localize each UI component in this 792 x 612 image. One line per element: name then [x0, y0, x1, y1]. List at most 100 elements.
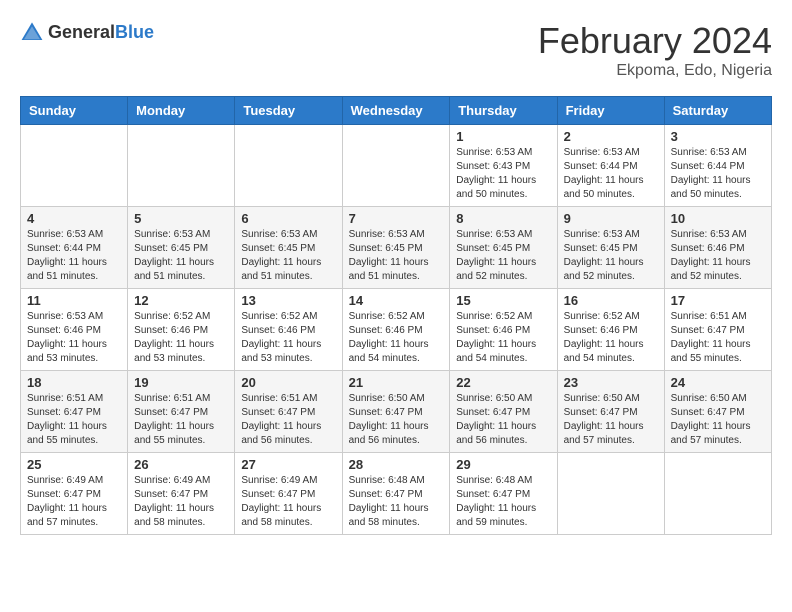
table-row: 22 Sunrise: 6:50 AM Sunset: 6:47 PM Dayli…	[450, 371, 557, 453]
day-number: 17	[671, 293, 765, 308]
day-number: 8	[456, 211, 550, 226]
day-number: 19	[134, 375, 228, 390]
day-number: 18	[27, 375, 121, 390]
day-info: Sunrise: 6:53 AM Sunset: 6:45 PM Dayligh…	[564, 228, 658, 284]
day-number: 15	[456, 293, 550, 308]
table-row: 1 Sunrise: 6:53 AM Sunset: 6:43 PM Daylig…	[450, 125, 557, 207]
day-info: Sunrise: 6:53 AM Sunset: 6:46 PM Dayligh…	[27, 310, 121, 366]
day-number: 12	[134, 293, 228, 308]
day-number: 7	[349, 211, 444, 226]
col-monday: Monday	[128, 97, 235, 125]
col-wednesday: Wednesday	[342, 97, 450, 125]
day-info: Sunrise: 6:50 AM Sunset: 6:47 PM Dayligh…	[564, 392, 658, 448]
day-number: 4	[27, 211, 121, 226]
day-info: Sunrise: 6:49 AM Sunset: 6:47 PM Dayligh…	[134, 474, 228, 530]
day-info: Sunrise: 6:51 AM Sunset: 6:47 PM Dayligh…	[134, 392, 228, 448]
table-row: 9 Sunrise: 6:53 AM Sunset: 6:45 PM Daylig…	[557, 207, 664, 289]
day-info: Sunrise: 6:48 AM Sunset: 6:47 PM Dayligh…	[456, 474, 550, 530]
day-number: 11	[27, 293, 121, 308]
table-row: 3Sunrise: 6:53 AM Sunset: 6:44 PM Daylig…	[664, 125, 771, 207]
page-header: GeneralBlue February 2024 Ekpoma, Edo, N…	[20, 20, 772, 80]
month-year-title: February 2024	[538, 20, 772, 62]
day-number: 9	[564, 211, 658, 226]
day-info: Sunrise: 6:48 AM Sunset: 6:47 PM Dayligh…	[349, 474, 444, 530]
table-row: 26Sunrise: 6:49 AM Sunset: 6:47 PM Dayli…	[128, 453, 235, 535]
table-row	[557, 453, 664, 535]
day-info: Sunrise: 6:49 AM Sunset: 6:47 PM Dayligh…	[27, 474, 121, 530]
day-number: 22	[456, 375, 550, 390]
day-number: 13	[241, 293, 335, 308]
day-number: 10	[671, 211, 765, 226]
day-info: Sunrise: 6:50 AM Sunset: 6:47 PM Dayligh…	[349, 392, 444, 448]
day-info: Sunrise: 6:53 AM Sunset: 6:44 PM Dayligh…	[27, 228, 121, 284]
day-info: Sunrise: 6:51 AM Sunset: 6:47 PM Dayligh…	[27, 392, 121, 448]
logo-text-general: General	[48, 22, 115, 42]
day-info: Sunrise: 6:53 AM Sunset: 6:45 PM Dayligh…	[241, 228, 335, 284]
day-info: Sunrise: 6:50 AM Sunset: 6:47 PM Dayligh…	[671, 392, 765, 448]
table-row: 14 Sunrise: 6:52 AM Sunset: 6:46 PM Dayli…	[342, 289, 450, 371]
day-number: 6	[241, 211, 335, 226]
day-info: Sunrise: 6:51 AM Sunset: 6:47 PM Dayligh…	[671, 310, 765, 366]
calendar-week-row: 18 Sunrise: 6:51 AM Sunset: 6:47 PM Dayli…	[21, 371, 772, 453]
table-row: 25 Sunrise: 6:49 AM Sunset: 6:47 PM Dayli…	[21, 453, 128, 535]
day-number: 14	[349, 293, 444, 308]
day-number: 28	[349, 457, 444, 472]
table-row: 12 Sunrise: 6:52 AM Sunset: 6:46 PM Dayli…	[128, 289, 235, 371]
day-info: Sunrise: 6:53 AM Sunset: 6:44 PM Dayligh…	[564, 146, 658, 202]
table-row: 7 Sunrise: 6:53 AM Sunset: 6:45 PM Daylig…	[342, 207, 450, 289]
day-number: 29	[456, 457, 550, 472]
day-info: Sunrise: 6:53 AM Sunset: 6:46 PM Dayligh…	[671, 228, 765, 284]
table-row: 8 Sunrise: 6:53 AM Sunset: 6:45 PM Daylig…	[450, 207, 557, 289]
day-number: 24	[671, 375, 765, 390]
calendar-week-row: 4 Sunrise: 6:53 AM Sunset: 6:44 PM Daylig…	[21, 207, 772, 289]
day-info: Sunrise: 6:53 AM Sunset: 6:45 PM Dayligh…	[349, 228, 444, 284]
table-row: 17 Sunrise: 6:51 AM Sunset: 6:47 PM Dayli…	[664, 289, 771, 371]
day-info: Sunrise: 6:52 AM Sunset: 6:46 PM Dayligh…	[134, 310, 228, 366]
table-row: 20 Sunrise: 6:51 AM Sunset: 6:47 PM Dayli…	[235, 371, 342, 453]
table-row: 28 Sunrise: 6:48 AM Sunset: 6:47 PM Dayli…	[342, 453, 450, 535]
day-info: Sunrise: 6:52 AM Sunset: 6:46 PM Dayligh…	[241, 310, 335, 366]
day-info: Sunrise: 6:53 AM Sunset: 6:43 PM Dayligh…	[456, 146, 550, 202]
table-row: 5 Sunrise: 6:53 AM Sunset: 6:45 PM Daylig…	[128, 207, 235, 289]
day-number: 5	[134, 211, 228, 226]
calendar-header-row: Sunday Monday Tuesday Wednesday Thursday…	[21, 97, 772, 125]
calendar-week-row: 1 Sunrise: 6:53 AM Sunset: 6:43 PM Daylig…	[21, 125, 772, 207]
day-info: Sunrise: 6:53 AM Sunset: 6:45 PM Dayligh…	[456, 228, 550, 284]
calendar-table: Sunday Monday Tuesday Wednesday Thursday…	[20, 96, 772, 535]
table-row	[21, 125, 128, 207]
logo-text-blue: Blue	[115, 22, 154, 42]
day-info: Sunrise: 6:53 AM Sunset: 6:45 PM Dayligh…	[134, 228, 228, 284]
day-info: Sunrise: 6:49 AM Sunset: 6:47 PM Dayligh…	[241, 474, 335, 530]
calendar-week-row: 11 Sunrise: 6:53 AM Sunset: 6:46 PM Dayli…	[21, 289, 772, 371]
table-row: 19 Sunrise: 6:51 AM Sunset: 6:47 PM Dayli…	[128, 371, 235, 453]
col-saturday: Saturday	[664, 97, 771, 125]
col-thursday: Thursday	[450, 97, 557, 125]
table-row: 2 Sunrise: 6:53 AM Sunset: 6:44 PM Daylig…	[557, 125, 664, 207]
table-row: 29 Sunrise: 6:48 AM Sunset: 6:47 PM Dayli…	[450, 453, 557, 535]
table-row: 6 Sunrise: 6:53 AM Sunset: 6:45 PM Daylig…	[235, 207, 342, 289]
day-info: Sunrise: 6:51 AM Sunset: 6:47 PM Dayligh…	[241, 392, 335, 448]
day-number: 3	[671, 129, 765, 144]
table-row: 15 Sunrise: 6:52 AM Sunset: 6:46 PM Dayli…	[450, 289, 557, 371]
day-number: 16	[564, 293, 658, 308]
table-row: 11 Sunrise: 6:53 AM Sunset: 6:46 PM Dayli…	[21, 289, 128, 371]
day-info: Sunrise: 6:52 AM Sunset: 6:46 PM Dayligh…	[456, 310, 550, 366]
day-info: Sunrise: 6:50 AM Sunset: 6:47 PM Dayligh…	[456, 392, 550, 448]
table-row: 10 Sunrise: 6:53 AM Sunset: 6:46 PM Dayli…	[664, 207, 771, 289]
day-number: 1	[456, 129, 550, 144]
day-number: 25	[27, 457, 121, 472]
logo: GeneralBlue	[20, 20, 154, 44]
day-number: 20	[241, 375, 335, 390]
day-info: Sunrise: 6:52 AM Sunset: 6:46 PM Dayligh…	[564, 310, 658, 366]
table-row: 4 Sunrise: 6:53 AM Sunset: 6:44 PM Daylig…	[21, 207, 128, 289]
day-number: 21	[349, 375, 444, 390]
day-number: 2	[564, 129, 658, 144]
table-row: 18 Sunrise: 6:51 AM Sunset: 6:47 PM Dayli…	[21, 371, 128, 453]
day-info: Sunrise: 6:52 AM Sunset: 6:46 PM Dayligh…	[349, 310, 444, 366]
table-row: 21 Sunrise: 6:50 AM Sunset: 6:47 PM Dayli…	[342, 371, 450, 453]
table-row	[235, 125, 342, 207]
table-row: 13 Sunrise: 6:52 AM Sunset: 6:46 PM Dayli…	[235, 289, 342, 371]
table-row	[342, 125, 450, 207]
day-number: 27	[241, 457, 335, 472]
col-tuesday: Tuesday	[235, 97, 342, 125]
